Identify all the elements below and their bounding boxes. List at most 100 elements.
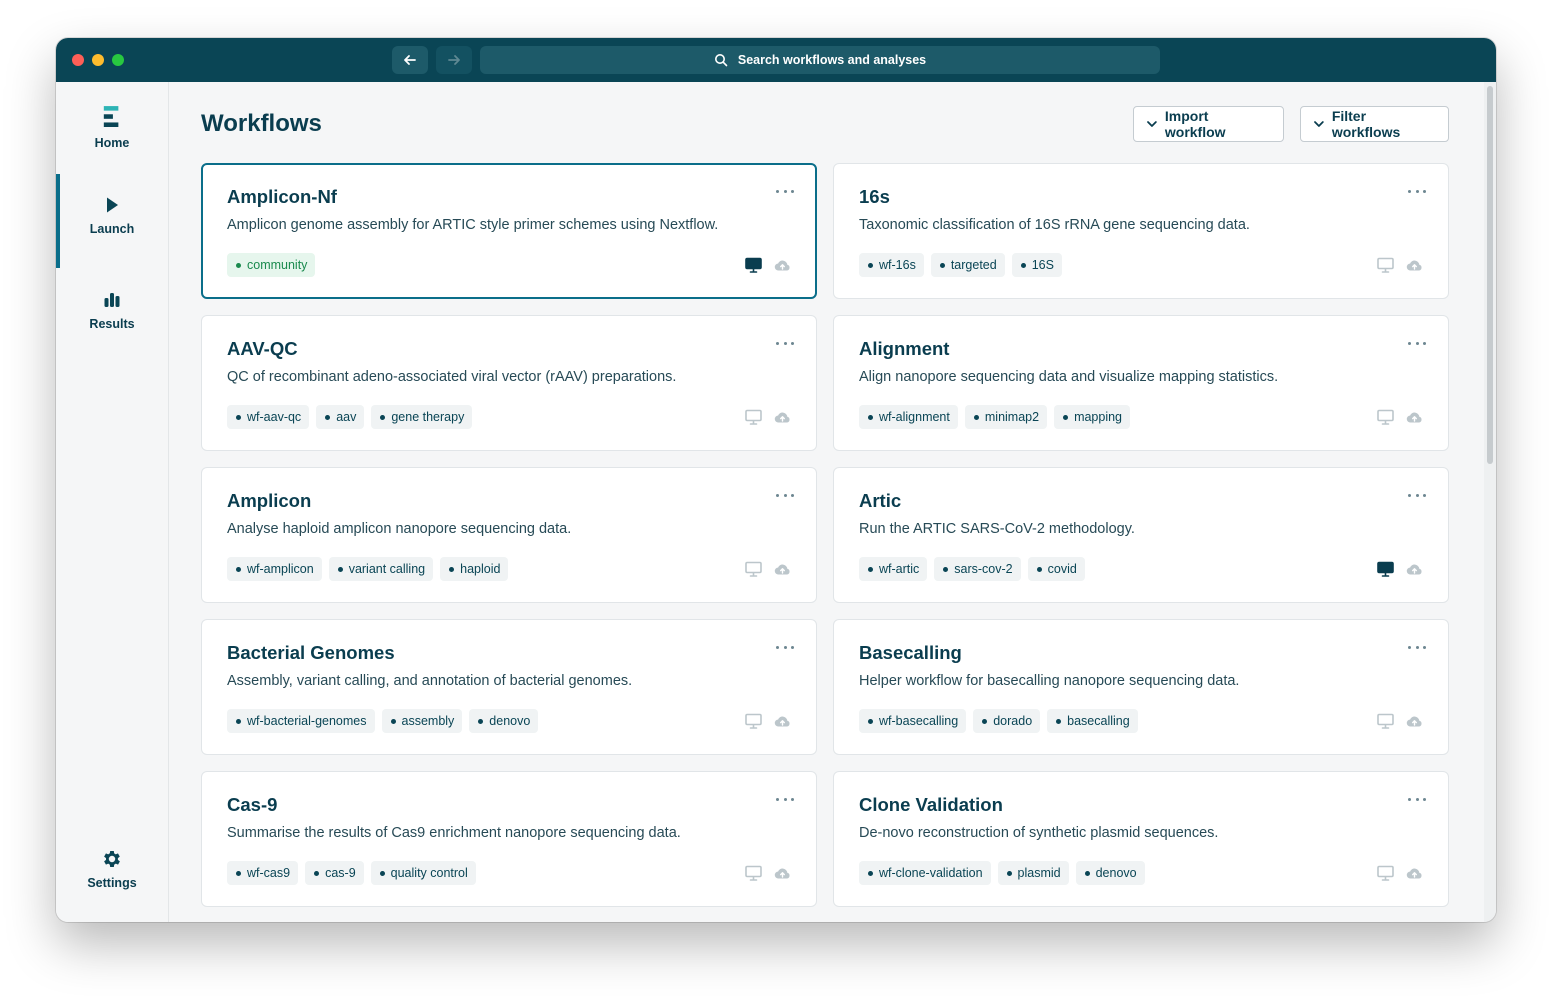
workflow-tag[interactable]: denovo <box>469 709 539 733</box>
workflow-tag[interactable]: assembly <box>381 709 463 733</box>
workflow-tag[interactable]: haploid <box>440 557 509 581</box>
sidebar-item-launch[interactable]: Launch <box>56 194 168 236</box>
close-window-button[interactable] <box>72 54 84 66</box>
desktop-icon[interactable] <box>1377 257 1394 273</box>
sidebar-item-settings[interactable]: Settings <box>56 848 168 890</box>
cloud-upload-icon[interactable] <box>1406 561 1423 577</box>
workflow-description: Taxonomic classification of 16S rRNA gen… <box>859 217 1250 233</box>
workflow-tag[interactable]: targeted <box>930 253 1005 277</box>
workflow-tag[interactable]: wf-alignment <box>859 405 958 429</box>
workflow-card[interactable]: Amplicon-Nf Amplicon genome assembly for … <box>201 163 817 299</box>
desktop-icon[interactable] <box>1377 409 1394 425</box>
workflow-tag[interactable]: cas-9 <box>305 861 364 885</box>
workflow-tag[interactable]: basecalling <box>1047 709 1138 733</box>
cloud-upload-icon[interactable] <box>774 561 791 577</box>
workflow-card[interactable]: AAV-QC QC of recombinant adeno-associated… <box>201 315 817 451</box>
more-options-icon[interactable] <box>1408 184 1426 198</box>
workflow-card[interactable]: Bacterial Genomes Assembly, variant calli… <box>201 619 817 755</box>
back-button[interactable] <box>392 46 428 74</box>
cloud-upload-icon[interactable] <box>1406 713 1423 729</box>
more-options-icon[interactable] <box>776 640 794 654</box>
forward-button[interactable] <box>436 46 472 74</box>
workflow-tag[interactable]: gene therapy <box>371 405 473 429</box>
bar-chart-icon <box>104 293 120 307</box>
scrollbar-thumb[interactable] <box>1487 86 1493 464</box>
gear-icon <box>104 851 120 867</box>
workflow-tag[interactable]: aav <box>316 405 365 429</box>
workflow-tag[interactable]: wf-amplicon <box>227 557 322 581</box>
workflow-card[interactable]: Basecalling Helper workflow for basecalli… <box>833 619 1449 755</box>
cloud-upload-icon[interactable] <box>1406 409 1423 425</box>
more-options-icon[interactable] <box>1408 336 1426 350</box>
maximize-window-button[interactable] <box>112 54 124 66</box>
workflow-tag[interactable]: wf-bacterial-genomes <box>227 709 375 733</box>
cloud-upload-icon[interactable] <box>774 257 791 273</box>
workflow-card[interactable]: Alignment Align nanopore sequencing data … <box>833 315 1449 451</box>
workflow-tag[interactable]: denovo <box>1075 861 1145 885</box>
desktop-icon[interactable] <box>745 409 762 425</box>
sidebar-item-home[interactable]: Home <box>56 104 168 150</box>
minimize-window-button[interactable] <box>92 54 104 66</box>
run-location-icons <box>745 561 791 577</box>
workflow-tag[interactable]: wf-artic <box>859 557 928 581</box>
cloud-upload-icon[interactable] <box>774 713 791 729</box>
workflow-description: Align nanopore sequencing data and visua… <box>859 369 1279 385</box>
workflow-tag[interactable]: variant calling <box>328 557 434 581</box>
workflow-tag[interactable]: minimap2 <box>964 405 1048 429</box>
import-workflow-button[interactable]: Import workflow <box>1133 106 1284 142</box>
workflow-card[interactable]: Artic Run the ARTIC SARS-CoV-2 methodolog… <box>833 467 1449 603</box>
cloud-upload-icon[interactable] <box>774 409 791 425</box>
page-title: Workflows <box>201 110 322 137</box>
more-options-icon[interactable] <box>1408 488 1426 502</box>
workflow-card[interactable]: Amplicon Analyse haploid amplicon nanopor… <box>201 467 817 603</box>
workflow-card[interactable]: 16s Taxonomic classification of 16S rRNA … <box>833 163 1449 299</box>
workflow-tag[interactable]: quality control <box>370 861 476 885</box>
desktop-icon[interactable] <box>745 257 762 273</box>
more-options-icon[interactable] <box>1408 640 1426 654</box>
sidebar: Home Launch Results Settings <box>56 82 169 922</box>
workflow-tag[interactable]: plasmid <box>997 861 1069 885</box>
workflow-tag[interactable]: dorado <box>973 709 1041 733</box>
workflow-title: AAV-QC <box>227 338 298 359</box>
filter-workflows-button[interactable]: Filter workflows <box>1300 106 1449 142</box>
desktop-icon[interactable] <box>745 713 762 729</box>
workflow-tag[interactable]: mapping <box>1054 405 1131 429</box>
run-location-icons <box>1377 257 1423 273</box>
more-options-icon[interactable] <box>776 336 794 350</box>
run-location-icons <box>1377 713 1423 729</box>
workflow-tags: wf-clone-validation plasmid denovo <box>859 861 1145 885</box>
search-bar[interactable]: Search workflows and analyses <box>480 46 1160 74</box>
more-options-icon[interactable] <box>1408 792 1426 806</box>
workflow-tag[interactable]: wf-aav-qc <box>227 405 310 429</box>
workflow-tag[interactable]: community <box>227 253 316 277</box>
workflow-tag[interactable]: wf-clone-validation <box>859 861 991 885</box>
scrollbar[interactable] <box>1484 82 1496 922</box>
desktop-icon[interactable] <box>1377 865 1394 881</box>
workflow-tag[interactable]: wf-16s <box>859 253 924 277</box>
more-options-icon[interactable] <box>776 184 794 198</box>
sidebar-item-label: Home <box>94 136 130 150</box>
cloud-upload-icon[interactable] <box>1406 257 1423 273</box>
cloud-upload-icon[interactable] <box>774 865 791 881</box>
workflow-title: Clone Validation <box>859 794 1003 815</box>
workflow-tag[interactable]: wf-basecalling <box>859 709 967 733</box>
workflow-tag[interactable]: wf-cas9 <box>227 861 299 885</box>
workflow-title: 16s <box>859 186 890 207</box>
cloud-upload-icon[interactable] <box>1406 865 1423 881</box>
desktop-icon[interactable] <box>745 865 762 881</box>
desktop-icon[interactable] <box>1377 561 1394 577</box>
more-options-icon[interactable] <box>776 488 794 502</box>
more-options-icon[interactable] <box>776 792 794 806</box>
workflow-description: Analyse haploid amplicon nanopore sequen… <box>227 521 572 537</box>
workflow-card[interactable]: Cas-9 Summarise the results of Cas9 enric… <box>201 771 817 907</box>
workflow-description: Run the ARTIC SARS-CoV-2 methodology. <box>859 521 1135 537</box>
workflow-tag[interactable]: sars-cov-2 <box>934 557 1021 581</box>
sidebar-item-results[interactable]: Results <box>56 289 168 331</box>
workflow-card[interactable]: Clone Validation De-novo reconstruction o… <box>833 771 1449 907</box>
workflow-tag[interactable]: covid <box>1027 557 1085 581</box>
workflow-tags: wf-cas9 cas-9 quality control <box>227 861 476 885</box>
desktop-icon[interactable] <box>1377 713 1394 729</box>
workflow-tag[interactable]: 16S <box>1011 253 1062 277</box>
app-window: Search workflows and analyses Home Launc… <box>56 38 1496 922</box>
desktop-icon[interactable] <box>745 561 762 577</box>
